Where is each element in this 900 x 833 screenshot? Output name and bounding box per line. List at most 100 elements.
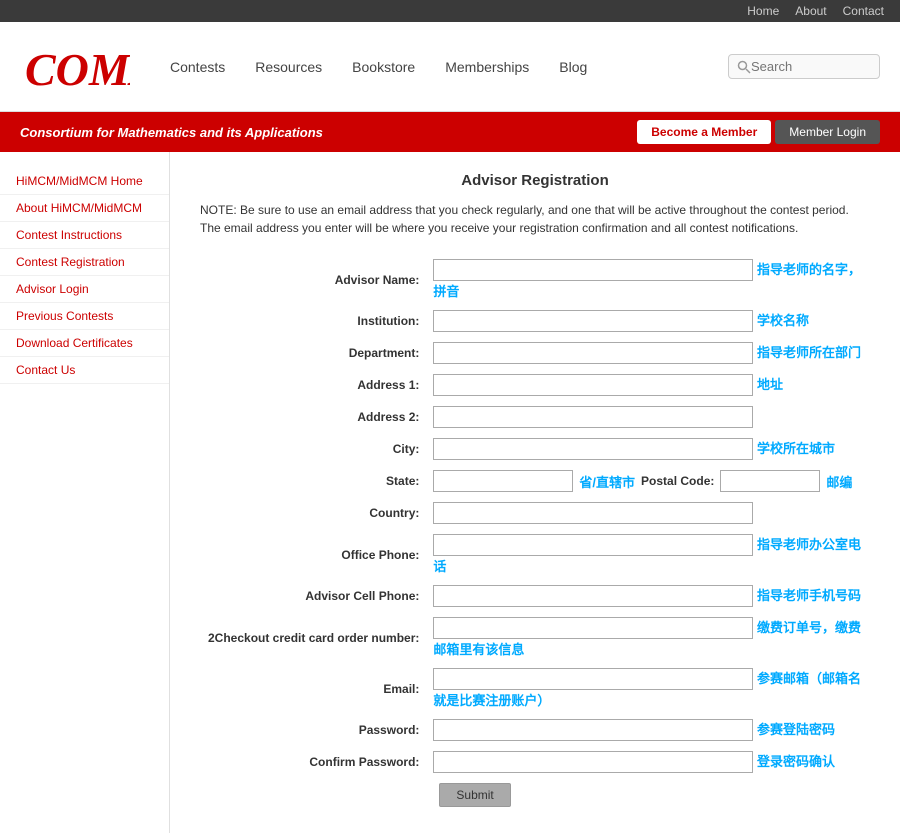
checkout-label: 2Checkout credit card order number: bbox=[202, 613, 425, 662]
field-department: Department: 指导老师所在部门 bbox=[202, 338, 868, 368]
state-hint: 省/直辖市 bbox=[579, 472, 635, 491]
address2-input-cell bbox=[427, 402, 868, 432]
institution-hint: 学校名称 bbox=[757, 313, 809, 328]
sidebar-item-about-himcm[interactable]: About HiMCM/MidMCM bbox=[0, 195, 169, 222]
city-input-cell: 学校所在城市 bbox=[427, 434, 868, 464]
cell-phone-input[interactable] bbox=[433, 585, 753, 607]
postal-label: Postal Code: bbox=[641, 474, 714, 488]
confirm-password-label: Confirm Password: bbox=[202, 747, 425, 777]
nav-resources[interactable]: Resources bbox=[255, 59, 322, 75]
sidebar-item-contest-registration[interactable]: Contest Registration bbox=[0, 249, 169, 276]
country-input[interactable] bbox=[433, 502, 753, 524]
city-input[interactable] bbox=[433, 438, 753, 460]
main-nav-links: Contests Resources Bookstore Memberships… bbox=[170, 59, 728, 75]
address1-label: Address 1: bbox=[202, 370, 425, 400]
search-box[interactable] bbox=[728, 54, 880, 79]
address2-input[interactable] bbox=[433, 406, 753, 428]
email-label: Email: bbox=[202, 664, 425, 713]
checkout-input-cell: 缴费订单号，缴费邮箱里有该信息 bbox=[427, 613, 868, 662]
password-input[interactable] bbox=[433, 719, 753, 741]
field-city: City: 学校所在城市 bbox=[202, 434, 868, 464]
state-postal-input-cell: 省/直辖市 Postal Code: 邮编 bbox=[427, 466, 868, 496]
checkout-input[interactable] bbox=[433, 617, 753, 639]
svg-text:COMAP: COMAP bbox=[25, 44, 130, 95]
password-input-cell: 参赛登陆密码 bbox=[427, 715, 868, 745]
address1-hint: 地址 bbox=[757, 377, 783, 392]
submit-button[interactable]: Submit bbox=[439, 783, 510, 807]
field-confirm-password: Confirm Password: 登录密码确认 bbox=[202, 747, 868, 777]
cell-phone-input-cell: 指导老师手机号码 bbox=[427, 581, 868, 611]
become-member-button[interactable]: Become a Member bbox=[637, 120, 771, 144]
email-input[interactable] bbox=[433, 668, 753, 690]
top-bar: Home About Contact bbox=[0, 0, 900, 22]
confirm-password-input[interactable] bbox=[433, 751, 753, 773]
main-nav: COMAP Contests Resources Bookstore Membe… bbox=[0, 22, 900, 112]
sidebar-item-contest-instructions[interactable]: Contest Instructions bbox=[0, 222, 169, 249]
email-input-cell: 参赛邮箱（邮箱名就是比赛注册账户） bbox=[427, 664, 868, 713]
institution-input[interactable] bbox=[433, 310, 753, 332]
office-phone-input-cell: 指导老师办公室电话 bbox=[427, 530, 868, 579]
institution-input-cell: 学校名称 bbox=[427, 306, 868, 336]
nav-contests[interactable]: Contests bbox=[170, 59, 225, 75]
state-label: State: bbox=[202, 466, 425, 496]
banner-tagline: Consortium for Mathematics and its Appli… bbox=[20, 125, 323, 140]
home-link[interactable]: Home bbox=[747, 4, 779, 18]
postal-hint: 邮编 bbox=[826, 472, 852, 491]
address2-label: Address 2: bbox=[202, 402, 425, 432]
comap-logo: COMAP bbox=[20, 37, 130, 97]
cell-phone-hint: 指导老师手机号码 bbox=[757, 588, 861, 603]
nav-bookstore[interactable]: Bookstore bbox=[352, 59, 415, 75]
about-link[interactable]: About bbox=[795, 4, 826, 18]
city-label: City: bbox=[202, 434, 425, 464]
member-login-button[interactable]: Member Login bbox=[775, 120, 880, 144]
office-phone-label: Office Phone: bbox=[202, 530, 425, 579]
field-password: Password: 参赛登陆密码 bbox=[202, 715, 868, 745]
state-input[interactable] bbox=[433, 470, 573, 492]
field-address2: Address 2: bbox=[202, 402, 868, 432]
field-country: Country: bbox=[202, 498, 868, 528]
search-icon bbox=[737, 60, 751, 74]
department-label: Department: bbox=[202, 338, 425, 368]
office-phone-input[interactable] bbox=[433, 534, 753, 556]
department-input-cell: 指导老师所在部门 bbox=[427, 338, 868, 368]
sidebar-item-advisor-login[interactable]: Advisor Login bbox=[0, 276, 169, 303]
city-hint: 学校所在城市 bbox=[757, 441, 835, 456]
page-body: HiMCM/MidMCM Home About HiMCM/MidMCM Con… bbox=[0, 152, 900, 833]
sidebar-item-download-certificates[interactable]: Download Certificates bbox=[0, 330, 169, 357]
contact-link[interactable]: Contact bbox=[843, 4, 884, 18]
field-checkout: 2Checkout credit card order number: 缴费订单… bbox=[202, 613, 868, 662]
field-state-postal: State: 省/直辖市 Postal Code: 邮编 bbox=[202, 466, 868, 496]
field-office-phone: Office Phone: 指导老师办公室电话 bbox=[202, 530, 868, 579]
form-title: Advisor Registration bbox=[200, 172, 870, 189]
address1-input[interactable] bbox=[433, 374, 753, 396]
country-input-cell bbox=[427, 498, 868, 528]
address1-input-cell: 地址 bbox=[427, 370, 868, 400]
nav-memberships[interactable]: Memberships bbox=[445, 59, 529, 75]
confirm-password-hint: 登录密码确认 bbox=[757, 754, 835, 769]
department-input[interactable] bbox=[433, 342, 753, 364]
nav-blog[interactable]: Blog bbox=[559, 59, 587, 75]
sidebar-item-contact-us[interactable]: Contact Us bbox=[0, 357, 169, 384]
sidebar-item-previous-contests[interactable]: Previous Contests bbox=[0, 303, 169, 330]
logo-wrap: COMAP bbox=[20, 37, 130, 97]
password-label: Password: bbox=[202, 715, 425, 745]
confirm-password-input-cell: 登录密码确认 bbox=[427, 747, 868, 777]
sidebar: HiMCM/MidMCM Home About HiMCM/MidMCM Con… bbox=[0, 152, 170, 833]
field-advisor-name: Advisor Name: 指导老师的名字，拼音 bbox=[202, 255, 868, 304]
registration-form: Advisor Name: 指导老师的名字，拼音 Institution: 学校… bbox=[200, 253, 870, 813]
banner-buttons: Become a Member Member Login bbox=[637, 120, 880, 144]
search-input[interactable] bbox=[751, 59, 871, 74]
postal-input[interactable] bbox=[720, 470, 820, 492]
form-note: NOTE: Be sure to use an email address th… bbox=[200, 201, 870, 237]
field-institution: Institution: 学校名称 bbox=[202, 306, 868, 336]
main-content: Advisor Registration NOTE: Be sure to us… bbox=[170, 152, 900, 833]
sidebar-item-himcm-home[interactable]: HiMCM/MidMCM Home bbox=[0, 168, 169, 195]
advisor-name-label: Advisor Name: bbox=[202, 255, 425, 304]
advisor-name-input[interactable] bbox=[433, 259, 753, 281]
advisor-name-input-cell: 指导老师的名字，拼音 bbox=[427, 255, 868, 304]
field-email: Email: 参赛邮箱（邮箱名就是比赛注册账户） bbox=[202, 664, 868, 713]
red-banner: Consortium for Mathematics and its Appli… bbox=[0, 112, 900, 152]
field-address1: Address 1: 地址 bbox=[202, 370, 868, 400]
field-cell-phone: Advisor Cell Phone: 指导老师手机号码 bbox=[202, 581, 868, 611]
country-label: Country: bbox=[202, 498, 425, 528]
